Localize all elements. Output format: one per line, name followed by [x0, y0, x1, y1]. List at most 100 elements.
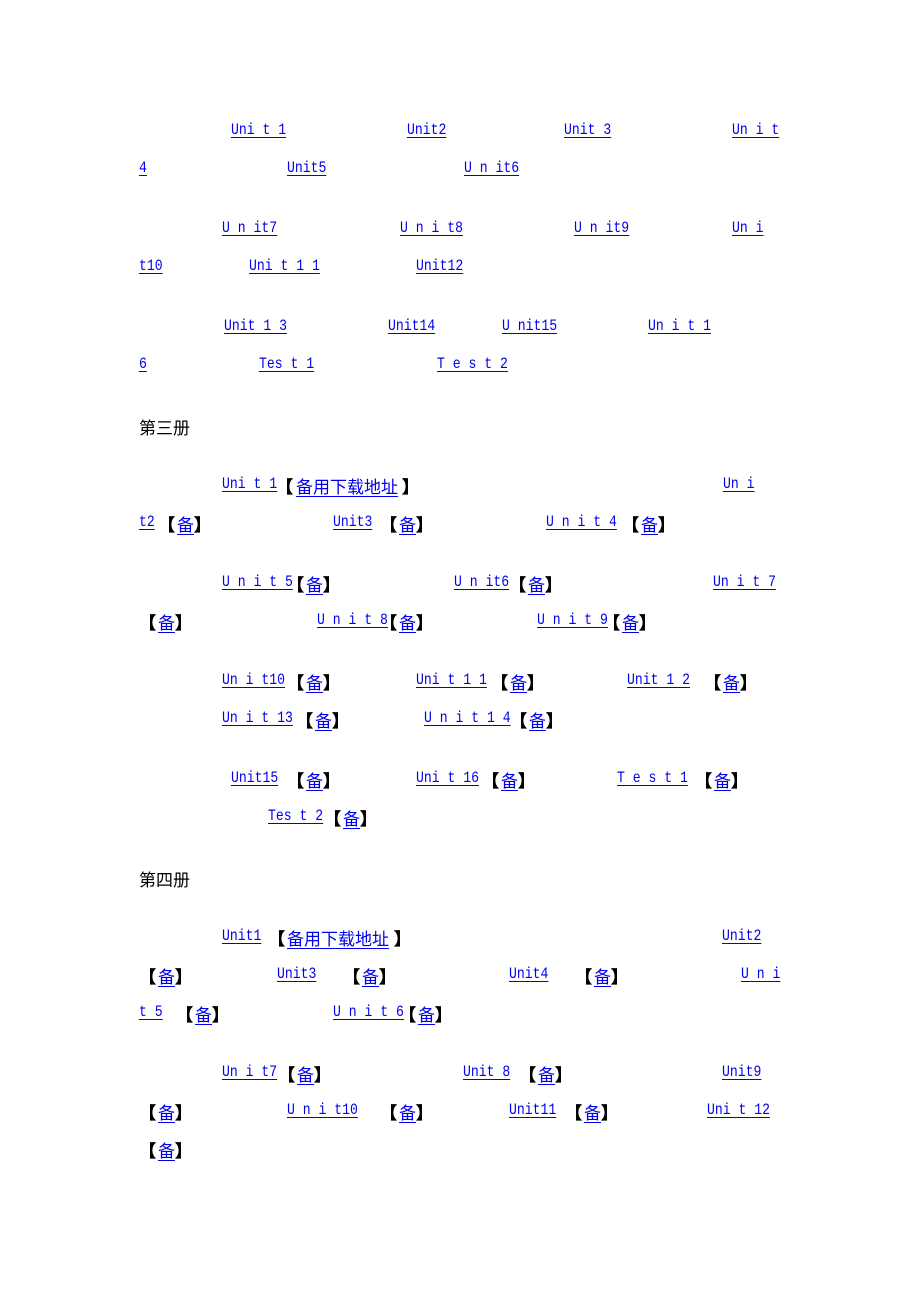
book3-link-unit14[interactable]: U n i t 1 4 — [424, 709, 511, 727]
book4-alt-link-unit8[interactable]: 备 — [538, 1061, 555, 1086]
book3-alt-link-unit11[interactable]: 备 — [510, 669, 527, 694]
book3-alt-link-test1[interactable]: 备 — [714, 767, 731, 792]
link-unit11[interactable]: Uni t 1 1 — [249, 257, 320, 275]
bracket-close: 】 — [402, 478, 419, 498]
link-unit1[interactable]: Uni t 1 — [231, 121, 286, 139]
book3-link-unit6[interactable]: U n it6 — [454, 573, 509, 591]
book3-alt-link-unit10[interactable]: 备 — [306, 669, 323, 694]
book4-alt-link-unit6[interactable]: 备 — [418, 1001, 435, 1026]
book4-link-unit3[interactable]: Unit3 — [277, 965, 316, 983]
bracket-close: 】 — [175, 1104, 192, 1124]
bracket-close: 】 — [323, 772, 340, 792]
link-unit13[interactable]: Unit 1 3 — [224, 317, 287, 335]
book4-alt-link-unit3[interactable]: 备 — [362, 963, 379, 988]
book3-alt-link-unit12[interactable]: 备 — [723, 669, 740, 694]
book4-link-unit12[interactable]: Uni t 12 — [707, 1101, 770, 1119]
bracket-open: 【 — [380, 614, 397, 634]
book3-link-unit12[interactable]: Unit 1 2 — [627, 671, 690, 689]
book4-link-unit4[interactable]: Unit4 — [509, 965, 548, 983]
link-unit8[interactable]: U n i t8 — [400, 219, 463, 237]
link-unit14[interactable]: Unit14 — [388, 317, 435, 335]
book3-link-unit2-part2[interactable]: t2 — [139, 513, 155, 531]
link-test1[interactable]: Tes t 1 — [259, 355, 314, 373]
book3-link-unit10[interactable]: Un i t10 — [222, 671, 285, 689]
link-unit12[interactable]: Unit12 — [416, 257, 463, 275]
link-unit9[interactable]: U n it9 — [574, 219, 629, 237]
book4-alt-link-unit7[interactable]: 备 — [297, 1061, 314, 1086]
book3-link-unit13[interactable]: Un i t 13 — [222, 709, 293, 727]
book3-alt-link-unit4[interactable]: 备 — [641, 511, 658, 536]
book3-link-unit4[interactable]: U n i t 4 — [546, 513, 617, 531]
link-unit4-part1[interactable]: Un i t — [732, 121, 779, 139]
bracket-close: 】 — [416, 516, 433, 536]
book4-link-unit1[interactable]: Unit1 — [222, 927, 261, 945]
book3-alt-link-unit2[interactable]: 备 — [177, 511, 194, 536]
link-unit10-part1[interactable]: Un i — [732, 219, 763, 237]
book4-alt-link-unit5[interactable]: 备 — [195, 1001, 212, 1026]
book4-link-unit11[interactable]: Unit11 — [509, 1101, 556, 1119]
book4-alt-link-unit10[interactable]: 备 — [399, 1099, 416, 1124]
bracket-close: 】 — [416, 1104, 433, 1124]
bracket-close: 】 — [175, 614, 192, 634]
bracket-close: 】 — [527, 674, 544, 694]
bracket-open: 【 — [287, 674, 304, 694]
book3-link-unit2-part1[interactable]: Un i — [723, 475, 754, 493]
book3-link-unit15[interactable]: Unit15 — [231, 769, 278, 787]
book4-link-unit10[interactable]: U n i t10 — [287, 1101, 358, 1119]
book3-alt-link-unit9[interactable]: 备 — [622, 609, 639, 634]
book3-link-unit5[interactable]: U n i t 5 — [222, 573, 293, 591]
book4-link-unit6[interactable]: U n i t 6 — [333, 1003, 404, 1021]
book3-heading: 第三册 — [139, 419, 190, 439]
link-unit15[interactable]: U nit15 — [502, 317, 557, 335]
book3-alt-link-test2[interactable]: 备 — [343, 805, 360, 830]
book4-link-unit5-part2[interactable]: t 5 — [139, 1003, 163, 1021]
book3-alt-link-unit15[interactable]: 备 — [306, 767, 323, 792]
book3-alt-link-unit13[interactable]: 备 — [315, 707, 332, 732]
link-unit16-part2[interactable]: 6 — [139, 355, 147, 373]
book3-link-unit8[interactable]: U n i t 8 — [317, 611, 388, 629]
link-unit16-part1[interactable]: Un i t 1 — [648, 317, 711, 335]
book4-alt-link-unit9[interactable]: 备 — [158, 1099, 175, 1124]
book3-alt-link-unit3[interactable]: 备 — [399, 511, 416, 536]
book4-alt-link-unit12[interactable]: 备 — [158, 1137, 175, 1162]
link-unit3[interactable]: Unit 3 — [564, 121, 611, 139]
book3-link-test1[interactable]: T e s t 1 — [617, 769, 688, 787]
book3-link-unit9[interactable]: U n i t 9 — [537, 611, 608, 629]
book3-alt-link-unit8[interactable]: 备 — [399, 609, 416, 634]
link-unit4-part2[interactable]: 4 — [139, 159, 147, 177]
book4-link-unit2[interactable]: Unit2 — [722, 927, 761, 945]
book3-alt-link-unit16[interactable]: 备 — [501, 767, 518, 792]
book3-link-unit7[interactable]: Un i t 7 — [713, 573, 776, 591]
bracket-close: 】 — [194, 516, 211, 536]
book3-alt-link-unit7[interactable]: 备 — [158, 609, 175, 634]
bracket-open: 【 — [399, 1006, 416, 1026]
book4-link-unit9[interactable]: Unit9 — [722, 1063, 761, 1081]
link-unit10-part2[interactable]: t10 — [139, 257, 163, 275]
book3-alt-link-unit1[interactable]: 备用下载地址 — [296, 473, 398, 498]
book4-alt-link-unit4[interactable]: 备 — [594, 963, 611, 988]
book4-link-unit5-part1[interactable]: U n i — [741, 965, 780, 983]
bracket-open: 【 — [519, 1066, 536, 1086]
book3-link-unit3[interactable]: Unit3 — [333, 513, 372, 531]
link-unit5[interactable]: Unit5 — [287, 159, 326, 177]
link-unit2[interactable]: Unit2 — [407, 121, 446, 139]
book3-link-unit1[interactable]: Uni t 1 — [222, 475, 277, 493]
book3-link-test2[interactable]: Tes t 2 — [268, 807, 323, 825]
book4-alt-link-unit2[interactable]: 备 — [158, 963, 175, 988]
book3-alt-link-unit14[interactable]: 备 — [529, 707, 546, 732]
link-unit7[interactable]: U n it7 — [222, 219, 277, 237]
book3-link-unit11[interactable]: Uni t 1 1 — [416, 671, 487, 689]
bracket-open: 【 — [482, 772, 499, 792]
book3-alt-link-unit5[interactable]: 备 — [306, 571, 323, 596]
link-test2[interactable]: T e s t 2 — [437, 355, 508, 373]
book4-alt-link-unit1[interactable]: 备用下载地址 — [287, 925, 389, 950]
book3-alt-link-unit6[interactable]: 备 — [528, 571, 545, 596]
link-unit6[interactable]: U n it6 — [464, 159, 519, 177]
book3-link-unit16[interactable]: Uni t 16 — [416, 769, 479, 787]
bracket-open: 【 — [324, 810, 341, 830]
book4-alt-link-unit11[interactable]: 备 — [584, 1099, 601, 1124]
bracket-close: 】 — [639, 614, 656, 634]
book4-link-unit8[interactable]: Unit 8 — [463, 1063, 510, 1081]
bracket-open: 【 — [603, 614, 620, 634]
book4-link-unit7[interactable]: Un i t7 — [222, 1063, 277, 1081]
